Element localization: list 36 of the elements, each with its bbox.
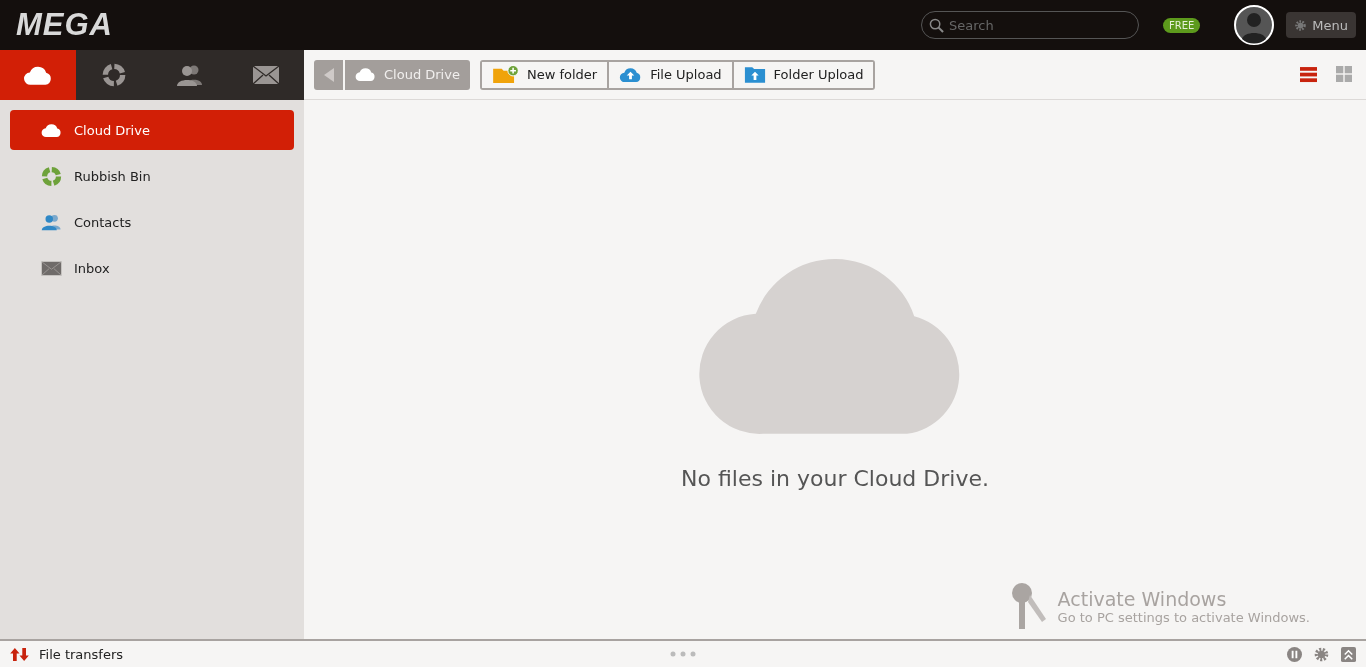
contacts-icon <box>176 63 204 87</box>
left-triangle-icon <box>323 67 334 82</box>
cloud-icon <box>23 64 53 86</box>
search-field[interactable]: Search <box>920 11 1139 39</box>
nav-tab[interactable] <box>0 50 76 100</box>
collapse-icon[interactable] <box>1341 646 1356 662</box>
empty-message: No files in your Cloud Drive. <box>681 466 989 491</box>
activation-title: Activate Windows <box>1057 587 1228 610</box>
settings-icon <box>1294 18 1308 32</box>
settings-icon[interactable] <box>1314 646 1329 662</box>
toolbar-button[interactable]: Folder Upload <box>731 61 874 88</box>
cloud-icon <box>355 67 376 82</box>
more-dots-icon[interactable] <box>670 651 696 657</box>
sidebar-item[interactable]: Cloud Drive <box>10 110 294 150</box>
list-icon <box>1300 66 1317 83</box>
sidebar-item[interactable]: Inbox <box>10 248 294 288</box>
list-view-button[interactable] <box>1300 66 1317 83</box>
sidebar-item[interactable]: Contacts <box>10 202 294 242</box>
activation-message: Go to PC settings to activate Windows. <box>1057 609 1310 625</box>
search-icon <box>928 18 944 33</box>
folder-upload-icon <box>743 65 766 84</box>
file-transfers-label[interactable]: File transfers <box>39 646 123 662</box>
plan-badge: FREE <box>1162 17 1201 33</box>
pause-icon[interactable] <box>1287 646 1302 662</box>
avatar-icon[interactable] <box>1234 5 1275 45</box>
transfer-arrows-icon <box>10 647 29 661</box>
menu-button[interactable]: Menu <box>1286 12 1356 38</box>
envelope-icon <box>252 65 280 85</box>
cloud-icon <box>41 122 62 138</box>
grid-icon <box>1336 66 1352 82</box>
mega-logo: MEGA <box>16 7 113 43</box>
folder-plus-icon <box>491 65 519 84</box>
envelope-icon <box>41 260 62 276</box>
sidebar-item[interactable]: Rubbish Bin <box>10 156 294 196</box>
contacts-icon <box>41 213 62 231</box>
cloud-upload-icon <box>619 66 643 83</box>
